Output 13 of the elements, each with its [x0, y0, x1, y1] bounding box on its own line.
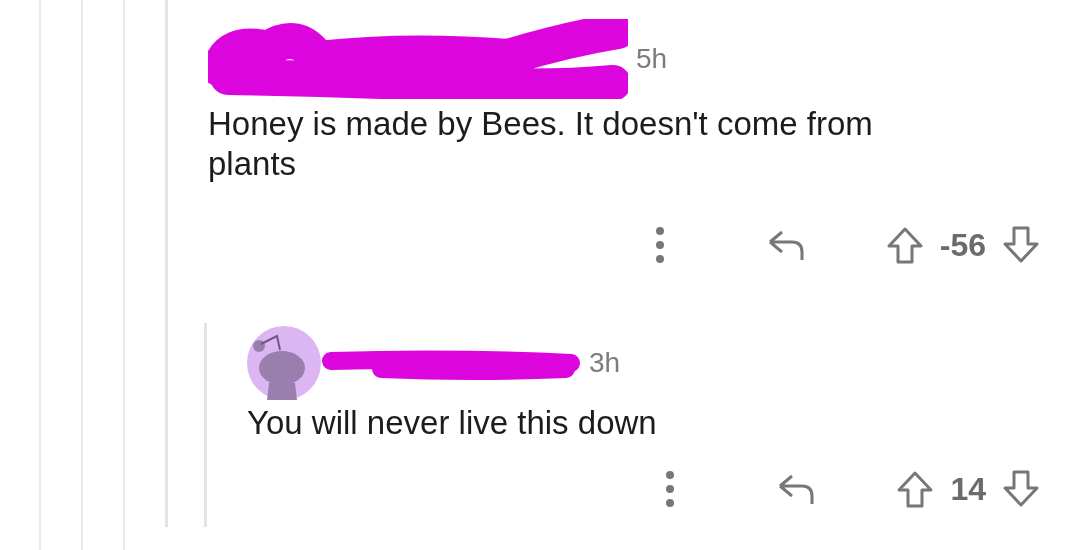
downvote-button[interactable] — [1002, 226, 1040, 265]
more-button[interactable] — [653, 225, 666, 266]
comment-text: You will never live this down — [247, 403, 658, 443]
upvote-button[interactable] — [885, 226, 924, 265]
timestamp: 3h — [589, 346, 621, 381]
upvote-button[interactable] — [896, 469, 935, 508]
timestamp: 5h — [636, 42, 668, 76]
vote-count: 14 — [950, 469, 986, 509]
downvote-button[interactable] — [1002, 469, 1040, 508]
vote-count: -56 — [939, 226, 986, 266]
more-button[interactable] — [664, 468, 677, 509]
avatar-icon[interactable] — [247, 326, 321, 401]
comment-text: Honey is made by Bees. It doesn't come from plants — [208, 104, 874, 184]
